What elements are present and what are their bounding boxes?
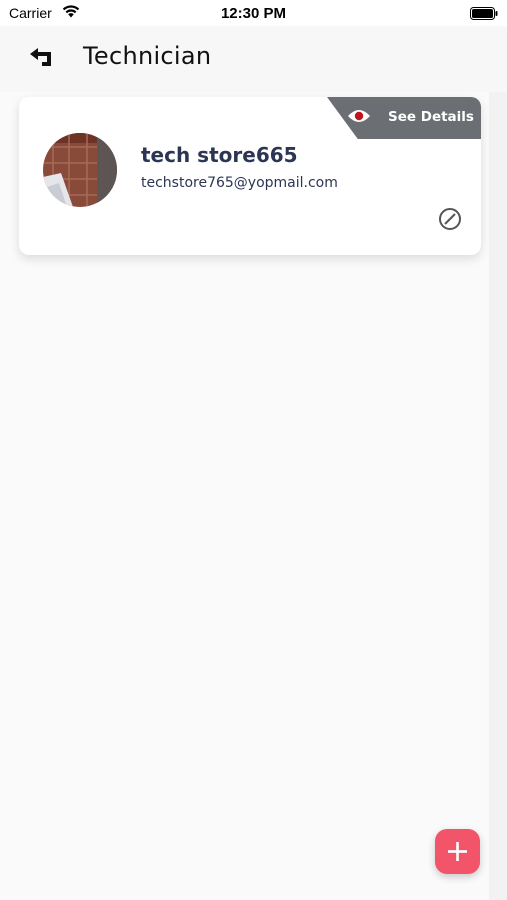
add-technician-button[interactable] bbox=[435, 829, 480, 874]
see-details-label: See Details bbox=[388, 109, 474, 125]
avatar-photo bbox=[43, 133, 117, 207]
battery-icon bbox=[470, 7, 498, 20]
avatar bbox=[43, 133, 117, 207]
disabled-circle-icon[interactable] bbox=[438, 207, 462, 231]
plus-icon bbox=[448, 842, 467, 861]
technician-card[interactable]: See Details tech store665 techstore765@y… bbox=[19, 97, 481, 255]
eye-icon bbox=[348, 110, 370, 122]
back-arrow-icon bbox=[30, 48, 51, 66]
scrollbar[interactable] bbox=[489, 92, 507, 900]
see-details-button[interactable]: See Details bbox=[327, 97, 481, 139]
page-title: Technician bbox=[83, 42, 212, 70]
technician-name: tech store665 bbox=[141, 143, 298, 167]
status-bar: Carrier 12:30 PM bbox=[0, 0, 507, 26]
technician-email: techstore765@yopmail.com bbox=[141, 175, 338, 191]
clock: 12:30 PM bbox=[220, 5, 287, 22]
back-button[interactable] bbox=[26, 46, 56, 72]
app-header: Technician bbox=[0, 26, 507, 90]
